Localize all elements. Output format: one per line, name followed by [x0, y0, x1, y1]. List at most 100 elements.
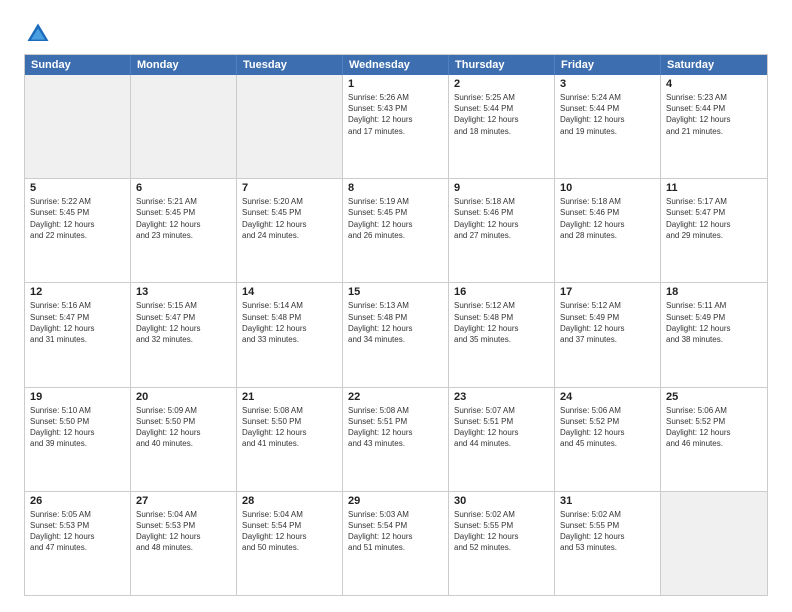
weekday-header-saturday: Saturday — [661, 55, 767, 75]
calendar-cell: 16 Sunrise: 5:12 AM Sunset: 5:48 PM Dayli… — [449, 283, 555, 386]
page: SundayMondayTuesdayWednesdayThursdayFrid… — [0, 0, 792, 612]
day-number: 3 — [560, 78, 655, 90]
calendar-cell: 26 Sunrise: 5:05 AM Sunset: 5:53 PM Dayli… — [25, 492, 131, 595]
calendar-cell: 2 Sunrise: 5:25 AM Sunset: 5:44 PM Daylig… — [449, 75, 555, 178]
day-number: 4 — [666, 78, 762, 90]
cell-text: Sunrise: 5:07 AM Sunset: 5:51 PM Dayligh… — [454, 405, 549, 450]
cell-text: Sunrise: 5:04 AM Sunset: 5:53 PM Dayligh… — [136, 509, 231, 554]
calendar-cell: 11 Sunrise: 5:17 AM Sunset: 5:47 PM Dayli… — [661, 179, 767, 282]
calendar-cell: 14 Sunrise: 5:14 AM Sunset: 5:48 PM Dayli… — [237, 283, 343, 386]
calendar-cell — [237, 75, 343, 178]
cell-text: Sunrise: 5:18 AM Sunset: 5:46 PM Dayligh… — [454, 196, 549, 241]
calendar-cell — [25, 75, 131, 178]
cell-text: Sunrise: 5:12 AM Sunset: 5:49 PM Dayligh… — [560, 300, 655, 345]
weekday-header-sunday: Sunday — [25, 55, 131, 75]
weekday-header-tuesday: Tuesday — [237, 55, 343, 75]
calendar-cell: 7 Sunrise: 5:20 AM Sunset: 5:45 PM Daylig… — [237, 179, 343, 282]
day-number: 31 — [560, 495, 655, 507]
cell-text: Sunrise: 5:11 AM Sunset: 5:49 PM Dayligh… — [666, 300, 762, 345]
day-number: 1 — [348, 78, 443, 90]
cell-text: Sunrise: 5:21 AM Sunset: 5:45 PM Dayligh… — [136, 196, 231, 241]
calendar-cell: 23 Sunrise: 5:07 AM Sunset: 5:51 PM Dayli… — [449, 388, 555, 491]
day-number: 11 — [666, 182, 762, 194]
calendar-cell: 24 Sunrise: 5:06 AM Sunset: 5:52 PM Dayli… — [555, 388, 661, 491]
day-number: 23 — [454, 391, 549, 403]
day-number: 14 — [242, 286, 337, 298]
weekday-header-thursday: Thursday — [449, 55, 555, 75]
calendar: SundayMondayTuesdayWednesdayThursdayFrid… — [24, 54, 768, 596]
day-number: 15 — [348, 286, 443, 298]
day-number: 16 — [454, 286, 549, 298]
cell-text: Sunrise: 5:04 AM Sunset: 5:54 PM Dayligh… — [242, 509, 337, 554]
cell-text: Sunrise: 5:24 AM Sunset: 5:44 PM Dayligh… — [560, 92, 655, 137]
day-number: 22 — [348, 391, 443, 403]
cell-text: Sunrise: 5:12 AM Sunset: 5:48 PM Dayligh… — [454, 300, 549, 345]
calendar-cell: 15Sunrise: 5:13 AM Sunset: 5:48 PM Dayli… — [343, 283, 449, 386]
day-number: 7 — [242, 182, 337, 194]
day-number: 21 — [242, 391, 337, 403]
cell-text: Sunrise: 5:06 AM Sunset: 5:52 PM Dayligh… — [560, 405, 655, 450]
day-number: 30 — [454, 495, 549, 507]
cell-text: Sunrise: 5:03 AM Sunset: 5:54 PM Dayligh… — [348, 509, 443, 554]
cell-text: Sunrise: 5:02 AM Sunset: 5:55 PM Dayligh… — [560, 509, 655, 554]
weekday-header-monday: Monday — [131, 55, 237, 75]
cell-text: Sunrise: 5:06 AM Sunset: 5:52 PM Dayligh… — [666, 405, 762, 450]
calendar-cell: 18 Sunrise: 5:11 AM Sunset: 5:49 PM Dayli… — [661, 283, 767, 386]
calendar-cell — [131, 75, 237, 178]
cell-text: Sunrise: 5:08 AM Sunset: 5:51 PM Dayligh… — [348, 405, 443, 450]
logo — [24, 20, 56, 48]
day-number: 8 — [348, 182, 443, 194]
day-number: 29 — [348, 495, 443, 507]
calendar-cell: 3 Sunrise: 5:24 AM Sunset: 5:44 PM Daylig… — [555, 75, 661, 178]
calendar-cell: 4Sunrise: 5:23 AM Sunset: 5:44 PM Daylig… — [661, 75, 767, 178]
calendar-cell: 28 Sunrise: 5:04 AM Sunset: 5:54 PM Dayli… — [237, 492, 343, 595]
day-number: 27 — [136, 495, 231, 507]
calendar-row-3: 19 Sunrise: 5:10 AM Sunset: 5:50 PM Dayli… — [25, 387, 767, 491]
calendar-cell: 17 Sunrise: 5:12 AM Sunset: 5:49 PM Dayli… — [555, 283, 661, 386]
calendar-cell: 29 Sunrise: 5:03 AM Sunset: 5:54 PM Dayli… — [343, 492, 449, 595]
day-number: 24 — [560, 391, 655, 403]
calendar-cell: 30 Sunrise: 5:02 AM Sunset: 5:55 PM Dayli… — [449, 492, 555, 595]
day-number: 13 — [136, 286, 231, 298]
cell-text: Sunrise: 5:18 AM Sunset: 5:46 PM Dayligh… — [560, 196, 655, 241]
calendar-cell: 6 Sunrise: 5:21 AM Sunset: 5:45 PM Daylig… — [131, 179, 237, 282]
calendar-cell: 1 Sunrise: 5:26 AM Sunset: 5:43 PM Daylig… — [343, 75, 449, 178]
day-number: 25 — [666, 391, 762, 403]
cell-text: Sunrise: 5:22 AM Sunset: 5:45 PM Dayligh… — [30, 196, 125, 241]
day-number: 18 — [666, 286, 762, 298]
calendar-cell: 21 Sunrise: 5:08 AM Sunset: 5:50 PM Dayli… — [237, 388, 343, 491]
calendar-cell: 22 Sunrise: 5:08 AM Sunset: 5:51 PM Dayli… — [343, 388, 449, 491]
calendar-cell: 13 Sunrise: 5:15 AM Sunset: 5:47 PM Dayli… — [131, 283, 237, 386]
cell-text: Sunrise: 5:25 AM Sunset: 5:44 PM Dayligh… — [454, 92, 549, 137]
cell-text: Sunrise: 5:09 AM Sunset: 5:50 PM Dayligh… — [136, 405, 231, 450]
calendar-cell: 27 Sunrise: 5:04 AM Sunset: 5:53 PM Dayli… — [131, 492, 237, 595]
calendar-cell: 12Sunrise: 5:16 AM Sunset: 5:47 PM Dayli… — [25, 283, 131, 386]
calendar-cell: 20 Sunrise: 5:09 AM Sunset: 5:50 PM Dayli… — [131, 388, 237, 491]
calendar-header: SundayMondayTuesdayWednesdayThursdayFrid… — [25, 55, 767, 75]
day-number: 5 — [30, 182, 125, 194]
cell-text: Sunrise: 5:15 AM Sunset: 5:47 PM Dayligh… — [136, 300, 231, 345]
day-number: 2 — [454, 78, 549, 90]
weekday-header-wednesday: Wednesday — [343, 55, 449, 75]
day-number: 26 — [30, 495, 125, 507]
calendar-cell — [661, 492, 767, 595]
cell-text: Sunrise: 5:17 AM Sunset: 5:47 PM Dayligh… — [666, 196, 762, 241]
calendar-body: 1 Sunrise: 5:26 AM Sunset: 5:43 PM Daylig… — [25, 75, 767, 595]
cell-text: Sunrise: 5:14 AM Sunset: 5:48 PM Dayligh… — [242, 300, 337, 345]
calendar-cell: 8Sunrise: 5:19 AM Sunset: 5:45 PM Daylig… — [343, 179, 449, 282]
day-number: 6 — [136, 182, 231, 194]
cell-text: Sunrise: 5:20 AM Sunset: 5:45 PM Dayligh… — [242, 196, 337, 241]
day-number: 28 — [242, 495, 337, 507]
cell-text: Sunrise: 5:05 AM Sunset: 5:53 PM Dayligh… — [30, 509, 125, 554]
calendar-cell: 10Sunrise: 5:18 AM Sunset: 5:46 PM Dayli… — [555, 179, 661, 282]
calendar-row-1: 5 Sunrise: 5:22 AM Sunset: 5:45 PM Daylig… — [25, 178, 767, 282]
day-number: 19 — [30, 391, 125, 403]
cell-text: Sunrise: 5:02 AM Sunset: 5:55 PM Dayligh… — [454, 509, 549, 554]
cell-text: Sunrise: 5:10 AM Sunset: 5:50 PM Dayligh… — [30, 405, 125, 450]
day-number: 17 — [560, 286, 655, 298]
cell-text: Sunrise: 5:08 AM Sunset: 5:50 PM Dayligh… — [242, 405, 337, 450]
logo-icon — [24, 20, 52, 48]
day-number: 20 — [136, 391, 231, 403]
day-number: 9 — [454, 182, 549, 194]
cell-text: Sunrise: 5:26 AM Sunset: 5:43 PM Dayligh… — [348, 92, 443, 137]
